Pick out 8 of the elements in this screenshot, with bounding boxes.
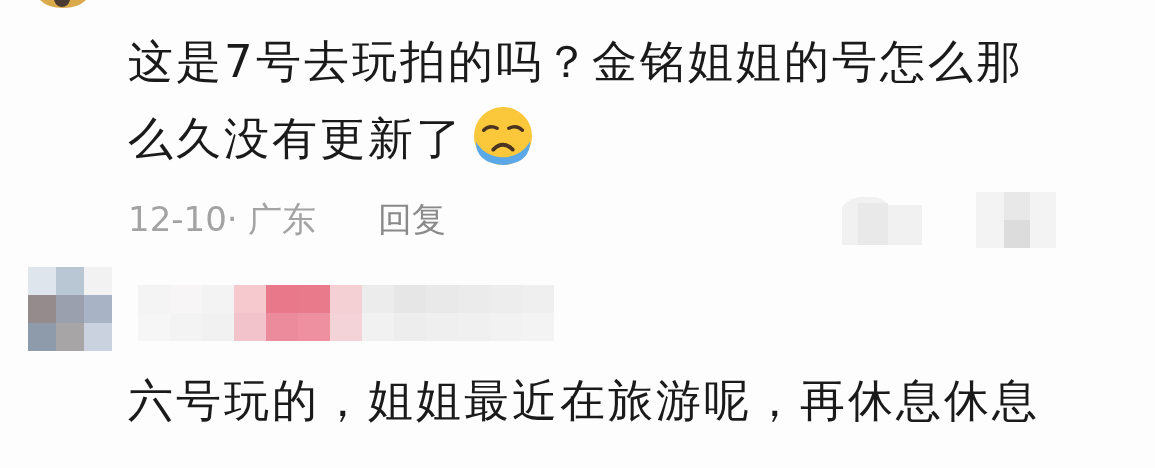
reply-comment-text: 六号玩的，姐姐最近在旅游呢，再休息休息	[128, 373, 1041, 429]
comment-text-line: 么久没有更新了	[128, 110, 464, 167]
comment-text-line: 这是7号去玩拍的吗？金铭姐姐的号怎么那	[128, 33, 1024, 90]
avatar	[40, 0, 86, 8]
comment-meta: 12-10· 广东	[128, 198, 317, 241]
pixelated-icon	[976, 192, 1057, 248]
reply-button[interactable]: 回复	[378, 197, 447, 243]
crying-face-icon	[472, 104, 534, 167]
